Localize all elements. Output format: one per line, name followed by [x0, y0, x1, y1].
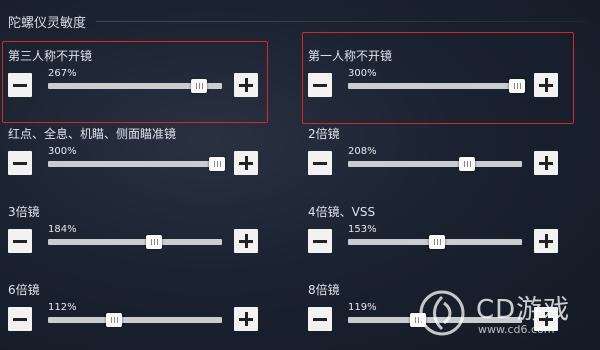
decrease-button[interactable]	[308, 229, 332, 253]
setting-value: 300%	[48, 146, 77, 157]
sensitivity-setting-scope-3x: 3倍镜 184%	[8, 203, 268, 263]
sensitivity-setting-scope-2x: 2倍镜 208%	[308, 125, 568, 185]
setting-label: 第三人称不开镜	[8, 49, 93, 63]
setting-value: 184%	[48, 224, 77, 235]
slider-thumb[interactable]	[145, 235, 162, 249]
sensitivity-slider-track[interactable]	[48, 313, 222, 327]
sensitivity-slider-track[interactable]	[48, 79, 222, 93]
increase-button[interactable]	[534, 229, 558, 253]
setting-label: 8倍镜	[308, 283, 340, 297]
slider-thumb[interactable]	[509, 79, 525, 93]
slider-thumb[interactable]	[458, 157, 475, 171]
increase-button[interactable]	[234, 73, 258, 97]
title-divider	[96, 21, 586, 22]
setting-value: 153%	[348, 224, 377, 235]
sensitivity-setting-red-dot-holo-ironsight-side: 红点、全息、机瞄、侧面瞄准镜 300%	[8, 125, 268, 185]
slider-thumb[interactable]	[190, 79, 207, 93]
decrease-button[interactable]	[8, 307, 32, 331]
page-title: 陀螺仪灵敏度	[8, 16, 87, 31]
watermark-url: www.cd6.com	[478, 323, 555, 336]
sensitivity-setting-scope-6x: 6倍镜 112%	[8, 281, 268, 341]
setting-label: 3倍镜	[8, 205, 40, 219]
setting-value: 112%	[48, 302, 77, 313]
sensitivity-slider-track[interactable]	[348, 79, 525, 93]
increase-button[interactable]	[234, 151, 258, 175]
slider-thumb[interactable]	[428, 235, 445, 249]
sensitivity-setting-first-person-no-scope: 第一人称不开镜 300%	[308, 47, 568, 107]
sensitivity-setting-third-person-no-scope: 第三人称不开镜 267%	[8, 47, 268, 107]
increase-button[interactable]	[234, 229, 258, 253]
sensitivity-slider-track[interactable]	[348, 235, 522, 249]
setting-label: 红点、全息、机瞄、侧面瞄准镜	[8, 127, 177, 141]
setting-value: 267%	[48, 68, 77, 79]
decrease-button[interactable]	[8, 73, 32, 97]
decrease-button[interactable]	[308, 307, 332, 331]
increase-button[interactable]	[534, 151, 558, 175]
watermark-logo-icon	[419, 290, 465, 336]
setting-label: 第一人称不开镜	[308, 49, 393, 63]
setting-value: 119%	[348, 302, 377, 313]
slider-thumb[interactable]	[106, 313, 123, 327]
decrease-button[interactable]	[8, 229, 32, 253]
increase-button[interactable]	[534, 73, 558, 97]
decrease-button[interactable]	[8, 151, 32, 175]
watermark: CD游戏 www.cd6.com	[418, 287, 594, 343]
slider-thumb[interactable]	[209, 157, 225, 171]
sensitivity-slider-track[interactable]	[48, 157, 225, 171]
setting-value: 208%	[348, 146, 377, 157]
increase-button[interactable]	[234, 307, 258, 331]
setting-label: 6倍镜	[8, 283, 40, 297]
sensitivity-slider-track[interactable]	[48, 235, 222, 249]
setting-label: 4倍镜、VSS	[308, 205, 376, 219]
decrease-button[interactable]	[308, 73, 332, 97]
setting-label: 2倍镜	[308, 127, 340, 141]
setting-value: 300%	[348, 68, 377, 79]
sensitivity-slider-track[interactable]	[348, 157, 522, 171]
decrease-button[interactable]	[308, 151, 332, 175]
watermark-brand: CD游戏	[476, 295, 571, 325]
sensitivity-setting-scope-4x-vss: 4倍镜、VSS 153%	[308, 203, 568, 263]
